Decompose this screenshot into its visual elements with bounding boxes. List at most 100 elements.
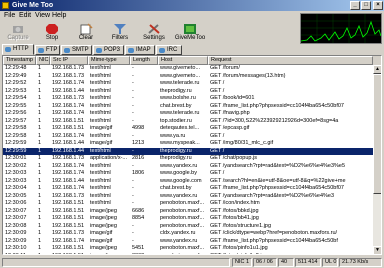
table-row[interactable]: 12:30:03 1 192.168.1.74 text/html 1806 www.go… (3, 170, 373, 178)
table-row[interactable]: 12:29:53 1 192.168.1.44 text/html - theprodig… (3, 88, 373, 96)
table-row[interactable]: 12:29:55 1 192.168.1.74 text/html - chat.bres… (3, 103, 373, 111)
column-header[interactable]: Timestamp (3, 56, 36, 65)
table-cell: 1 (38, 200, 42, 206)
table-row[interactable]: 12:30:07 1 192.168.1.51 image/jpeg 6686 penob… (3, 208, 373, 216)
table-cell: - (132, 87, 134, 94)
table-cell: - (132, 117, 134, 124)
table-cell: 12:29:59 (5, 140, 27, 146)
table-cell: www.google.com (160, 177, 202, 184)
table-cell: 1213 (132, 140, 145, 146)
table-cell: penoboton.maxf... (160, 222, 205, 229)
status-count: 40 (278, 258, 294, 267)
column-header[interactable]: Host (158, 56, 208, 65)
tab-pop3[interactable]: POP3 (93, 45, 124, 55)
table-cell: 192.168.1.74 (52, 162, 85, 169)
stop-button[interactable]: Stop (36, 22, 68, 44)
column-header[interactable]: NIC (36, 56, 50, 65)
table-cell: 192.168.1.44 (52, 140, 85, 146)
table-row[interactable]: 12:30:03 1 192.168.1.44 text/html - www.googl… (3, 178, 373, 186)
table-row[interactable]: 12:29:57 1 192.168.1.51 text/html - top.stodi… (3, 118, 373, 126)
table-cell: 12:29:52 (5, 80, 27, 86)
table-row[interactable]: 12:29:48 1 192.168.1.73 text/html - www.givem… (3, 65, 373, 73)
table-cell: image/jpeg (88, 253, 130, 255)
table-row[interactable]: 12:30:04 1 192.168.1.74 text/html - chat.bres… (3, 185, 373, 193)
table-cell: GET /book/id=601 (210, 95, 255, 101)
table-row[interactable]: 12:29:49 1 192.168.1.73 text/html - www.givem… (3, 73, 373, 81)
column-header[interactable]: Mime-type (88, 56, 130, 65)
menu-view[interactable]: View (35, 12, 50, 20)
table-cell: 1 (38, 95, 42, 101)
table-cell: GET /chat/popup.js (210, 155, 257, 161)
table-row[interactable]: 12:30:09 1 192.168.1.73 image/gif - cldx.yand… (3, 230, 373, 238)
table-cell: 192.168.1.74 (52, 170, 85, 176)
menu-file[interactable]: File (4, 12, 15, 20)
protocol-tabs: HTTP FTP SMTP POP3 IMAP IRC (2, 44, 382, 55)
tab-imap[interactable]: IMAP (125, 45, 155, 55)
table-cell: GET /forum/ (210, 65, 240, 71)
table-row[interactable]: 12:29:56 1 192.168.1.74 text/html - www.teler… (3, 110, 373, 118)
scroll-up-button[interactable]: ▲ (373, 65, 381, 74)
settings-button[interactable]: Settings (138, 22, 170, 44)
table-cell: 8802 (130, 253, 158, 255)
table-row[interactable]: 12:30:01 1 192.168.1.73 application/x-... 28… (3, 155, 373, 163)
table-row[interactable]: 12:29:54 1 192.168.1.73 text/html - www.bolsh… (3, 95, 373, 103)
table-cell: - (132, 72, 134, 79)
table-row[interactable]: 12:30:06 1 192.168.1.51 text/html - penoboton… (3, 200, 373, 208)
minimize-button[interactable]: _ (350, 1, 360, 10)
tab-smtp[interactable]: SMTP (61, 45, 92, 55)
capture-button[interactable]: Capture (2, 22, 34, 44)
table-cell: 1 (38, 132, 42, 139)
table-row[interactable]: 12:29:58 1 192.168.1.74 text/html - www.ya.ru… (3, 133, 373, 141)
tab-http[interactable]: HTTP (2, 44, 34, 55)
table-cell: GET /frame_list.php?phpsessid=cc104f4ba6… (210, 185, 344, 191)
table-cell: 192.168.1.74 (52, 102, 85, 109)
table-cell: GET / (210, 87, 225, 94)
givemetoo-button[interactable]: GiveMeToo (172, 22, 208, 44)
table-cell: 1 (36, 253, 50, 255)
table-row[interactable]: 12:29:59 1 192.168.1.44 image/gif 1213 www.my… (3, 140, 373, 148)
table-cell: text/html (90, 102, 111, 109)
table-cell: 1 (38, 125, 42, 131)
table-row[interactable]: 12:30:09 1 192.168.1.74 image/gif - www.yande… (3, 238, 373, 246)
table-cell: 192.168.1.73 (52, 192, 85, 199)
menu-help[interactable]: Help (52, 12, 66, 20)
table-cell: 192.168.1.73 (52, 95, 85, 101)
table-cell: 12:30:03 (5, 170, 27, 176)
table-row[interactable]: 12:30:07 1 192.168.1.51 image/jpeg 8854 penob… (3, 215, 373, 223)
scroll-down-button[interactable]: ▼ (373, 246, 381, 254)
table-cell: 1 (38, 102, 42, 109)
table-cell: 12:30:07 (5, 215, 27, 221)
column-header[interactable]: Src IP (50, 56, 88, 65)
vertical-scrollbar[interactable]: ▲ ▼ (373, 65, 381, 254)
table-cell: GET /img/80/31_mlc_c.gif (210, 140, 274, 146)
tab-ftp[interactable]: FTP (35, 45, 60, 55)
column-header[interactable]: Length (130, 56, 158, 65)
table-row[interactable]: 12:29:59 1 192.168.1.44 text/html - theprodig… (3, 147, 373, 155)
close-button[interactable]: × (373, 1, 383, 10)
filters-button[interactable]: Filters (104, 22, 136, 44)
table-cell: image/jpeg (90, 222, 117, 229)
table-cell: 12:30:09 (5, 230, 27, 236)
table-row[interactable]: 12:30:111192.168.1.51image/jpeg8802penob… (3, 253, 373, 255)
table-cell: chat.brest.by (160, 185, 192, 191)
table-cell: text/html (90, 177, 111, 184)
menu-edit[interactable]: Edit (19, 12, 31, 20)
scroll-thumb[interactable] (373, 74, 381, 194)
table-cell: image/jpeg (90, 245, 117, 251)
status-ul: UL 0 (322, 258, 338, 267)
table-row[interactable]: 12:30:02 1 192.168.1.74 text/html - www.yande… (3, 163, 373, 171)
table-cell: image/gif (90, 237, 113, 244)
clear-button[interactable]: Clear (70, 22, 102, 44)
column-header[interactable]: Request (208, 56, 373, 65)
table-row[interactable]: 12:30:08 1 192.168.1.51 image/jpeg - penoboto… (3, 223, 373, 231)
table-cell: 12:29:58 (5, 132, 27, 139)
status-tabs: 06 / 06 (253, 258, 277, 267)
table-cell: 192.168.1.73 (52, 65, 85, 71)
table-row[interactable]: 12:29:52 1 192.168.1.74 text/html - www.teler… (3, 80, 373, 88)
table-row[interactable]: 12:30:10 1 192.168.1.51 image/jpeg 5451 penob… (3, 245, 373, 253)
tab-irc[interactable]: IRC (156, 45, 182, 55)
table-row[interactable]: 12:29:58 1 192.168.1.51 image/gif 4998 deteqa… (3, 125, 373, 133)
table-row[interactable]: 12:30:05 1 192.168.1.73 text/html - www.yande… (3, 193, 373, 201)
table-cell: 192.168.1.73 (52, 72, 85, 79)
maximize-button[interactable]: □ (361, 1, 371, 10)
